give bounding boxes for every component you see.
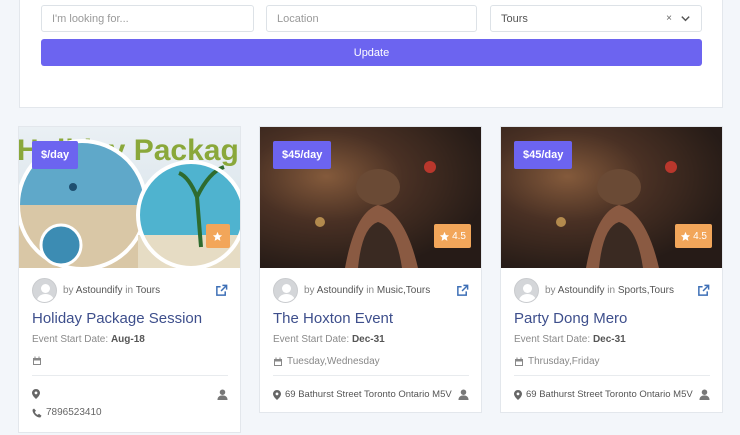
author-byline: by Astoundify in Music,Tours xyxy=(304,285,430,296)
calendar-icon xyxy=(274,357,282,366)
listing-title[interactable]: Holiday Package Session xyxy=(32,310,202,327)
in-label: in xyxy=(125,284,134,296)
chevron-down-icon[interactable] xyxy=(680,13,691,24)
search-panel: Tours × Update xyxy=(19,0,723,108)
listing-card[interactable]: Holiday Package $/day by Astoundify in T… xyxy=(18,126,241,433)
event-start-date: Event Start Date: Dec-31 xyxy=(514,334,626,345)
by-label: by xyxy=(63,284,74,296)
start-label: Event Start Date: xyxy=(273,334,350,345)
listing-image[interactable]: Holiday Package $/day xyxy=(19,127,240,268)
listing-image[interactable]: $45/day 4.5 xyxy=(260,127,481,268)
event-days: Tuesday,Wednesday xyxy=(273,356,380,367)
listing-location: 69 Bathurst Street Toronto Ontario M5V xyxy=(273,389,452,400)
location-value: 69 Bathurst Street Toronto Ontario M5V xyxy=(526,389,693,400)
start-label: Event Start Date: xyxy=(32,334,109,345)
category-link[interactable]: Tours xyxy=(136,285,160,296)
start-date-value: Dec-31 xyxy=(351,334,385,345)
category-link[interactable]: Sports,Tours xyxy=(618,285,674,296)
start-date-value: Aug-18 xyxy=(110,334,145,345)
listing-phone[interactable]: 7896523410 xyxy=(32,407,102,418)
listing-image[interactable]: $45/day 4.5 xyxy=(501,127,722,268)
price-badge: $45/day xyxy=(273,141,332,169)
external-link-icon[interactable] xyxy=(215,284,228,297)
start-label: Event Start Date: xyxy=(514,334,591,345)
listing-title[interactable]: The Hoxton Event xyxy=(273,310,393,327)
category-link[interactable]: Music,Tours xyxy=(377,285,430,296)
event-days xyxy=(32,356,46,366)
days-value: Tuesday,Wednesday xyxy=(287,356,380,367)
star-icon xyxy=(212,231,222,241)
listing-title[interactable]: Party Dong Mero xyxy=(514,310,627,327)
phone-icon xyxy=(32,408,42,418)
divider xyxy=(514,375,710,376)
avatar xyxy=(273,277,298,303)
rating-value: 4.5 xyxy=(693,230,707,242)
price-badge: $45/day xyxy=(514,141,573,169)
user-icon[interactable] xyxy=(217,389,228,400)
rating-badge: 4.5 xyxy=(434,224,471,248)
update-button[interactable]: Update xyxy=(41,39,702,66)
author-byline: by Astoundify in Tours xyxy=(63,285,160,296)
avatar xyxy=(32,277,57,303)
event-days: Thrusday,Friday xyxy=(514,356,600,367)
author-link[interactable]: Astoundify xyxy=(76,285,123,296)
keyword-input[interactable] xyxy=(41,5,254,32)
category-select[interactable]: Tours × xyxy=(490,5,702,32)
divider xyxy=(273,375,469,376)
rating-badge xyxy=(206,224,230,248)
listing-location xyxy=(32,389,44,399)
author-row: by Astoundify in Music,Tours xyxy=(273,277,469,303)
map-marker-icon xyxy=(273,389,281,400)
days-value: Thrusday,Friday xyxy=(528,356,600,367)
event-start-date: Event Start Date: Aug-18 xyxy=(32,334,145,345)
by-label: by xyxy=(545,284,556,296)
in-label: in xyxy=(607,284,616,296)
author-byline: by Astoundify in Sports,Tours xyxy=(545,285,674,296)
listing-card[interactable]: $45/day 4.5 by Astoundify in Music,Tours… xyxy=(259,126,482,413)
listing-location: 69 Bathurst Street Toronto Ontario M5V xyxy=(514,389,693,400)
rating-badge: 4.5 xyxy=(675,224,712,248)
location-input[interactable] xyxy=(266,5,477,32)
author-link[interactable]: Astoundify xyxy=(317,285,364,296)
rating-value: 4.5 xyxy=(452,230,466,242)
external-link-icon[interactable] xyxy=(456,284,469,297)
location-value: 69 Bathurst Street Toronto Ontario M5V xyxy=(285,389,452,400)
in-label: in xyxy=(366,284,375,296)
author-link[interactable]: Astoundify xyxy=(558,285,605,296)
user-icon[interactable] xyxy=(458,389,469,400)
map-marker-icon xyxy=(514,389,522,400)
start-date-value: Dec-31 xyxy=(592,334,626,345)
event-start-date: Event Start Date: Dec-31 xyxy=(273,334,385,345)
star-icon xyxy=(681,231,691,241)
external-link-icon[interactable] xyxy=(697,284,710,297)
star-icon xyxy=(440,231,450,241)
map-marker-icon xyxy=(32,389,40,399)
category-select-value: Tours xyxy=(501,12,528,25)
clear-icon[interactable]: × xyxy=(666,13,672,24)
calendar-icon xyxy=(33,356,41,365)
price-badge: $/day xyxy=(32,141,79,169)
phone-value: 7896523410 xyxy=(46,407,102,418)
divider xyxy=(32,375,228,376)
author-row: by Astoundify in Tours xyxy=(32,277,228,303)
by-label: by xyxy=(304,284,315,296)
avatar xyxy=(514,277,539,303)
author-row: by Astoundify in Sports,Tours xyxy=(514,277,710,303)
user-icon[interactable] xyxy=(699,389,710,400)
calendar-icon xyxy=(515,357,523,366)
listing-card[interactable]: $45/day 4.5 by Astoundify in Sports,Tour… xyxy=(500,126,723,413)
